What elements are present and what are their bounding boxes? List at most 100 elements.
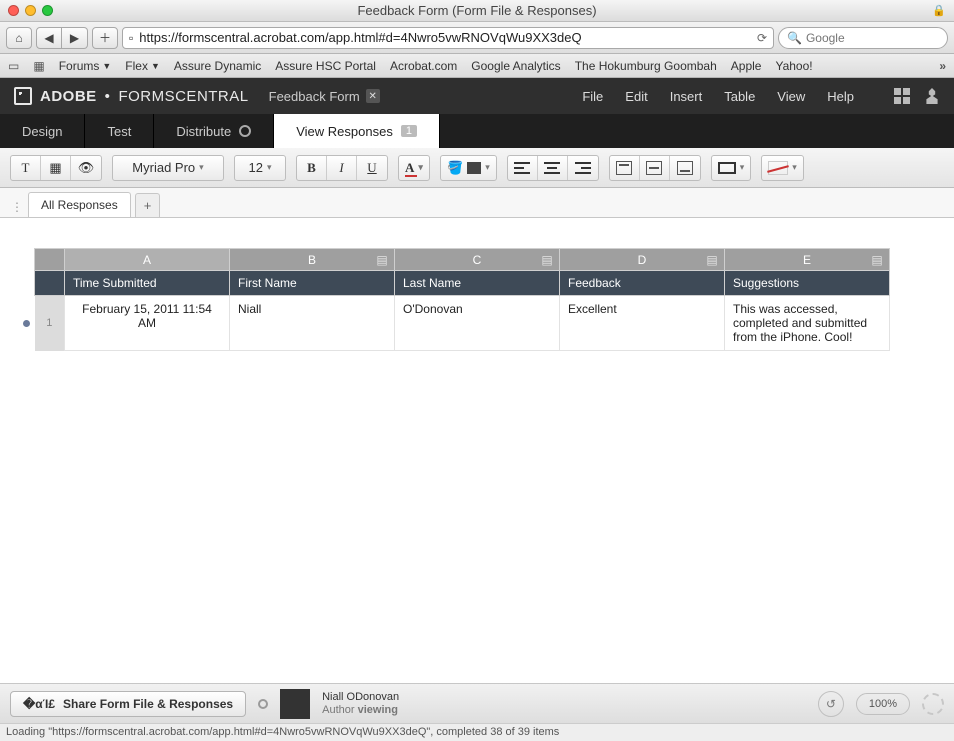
row-marker[interactable] [18,296,35,351]
column-header-a[interactable]: A [65,249,230,271]
select-all-corner[interactable] [35,249,65,271]
menu-edit[interactable]: Edit [625,89,647,104]
row-number[interactable]: 1 [35,296,65,351]
text-mode-button[interactable]: T [11,156,41,180]
menu-insert[interactable]: Insert [670,89,703,104]
bold-button[interactable]: B [297,156,327,180]
close-window-button[interactable] [8,5,19,16]
tab-design[interactable]: Design [0,114,85,148]
border-button[interactable] [712,156,751,180]
column-header-c[interactable]: C▤ [395,249,560,271]
bookmark-acrobat[interactable]: Acrobat.com [390,59,457,73]
share-button[interactable]: �αΊ£ Share Form File & Responses [10,691,246,717]
menu-view[interactable]: View [777,89,805,104]
url-field[interactable]: ▫ ⟳ [122,27,774,49]
bookmark-apple[interactable]: Apple [731,59,762,73]
menu-help[interactable]: Help [827,89,854,104]
header-feedback[interactable]: Feedback [560,271,725,296]
brand-logo[interactable]: ADOBE • FORMSCENTRAL [14,87,249,105]
add-bookmark-button[interactable]: ＋ [92,27,118,49]
cell-feedback[interactable]: Excellent [560,296,725,351]
brand-adobe: ADOBE [40,88,97,105]
brand-formscentral: FORMSCENTRAL [118,88,248,105]
bookmark-assure-dynamic[interactable]: Assure Dynamic [174,59,261,73]
cell-first-name[interactable]: Niall [230,296,395,351]
tab-view-responses[interactable]: View Responses1 [274,114,440,148]
bookmark-assure-hsc[interactable]: Assure HSC Portal [275,59,376,73]
zoom-level-button[interactable]: 100% [856,693,910,715]
forward-button[interactable]: ▶ [62,27,88,49]
user-avatar[interactable] [280,689,310,719]
user-name: Niall ODonovan [322,691,399,704]
window-title: Feedback Form (Form File & Responses) [0,3,954,18]
url-input[interactable] [139,30,751,45]
user-info: Niall ODonovan Author viewing [322,691,399,717]
tab-distribute[interactable]: Distribute [154,114,274,148]
bookmarks-overflow-button[interactable]: » [939,59,946,73]
sheet-tab-strip: ⋮ All Responses + [0,188,954,218]
sort-icon[interactable]: ▤ [541,253,553,265]
italic-button[interactable]: I [327,156,357,180]
responses-table: A B▤ C▤ D▤ E▤ Time Submitted First Name … [18,248,890,351]
apps-grid-icon[interactable] [894,88,910,104]
table-mode-button[interactable]: ▦ [41,156,71,180]
tab-test[interactable]: Test [85,114,154,148]
search-input[interactable] [806,31,940,45]
home-button[interactable]: ⌂ [6,27,32,49]
valign-bottom-button[interactable] [670,156,700,180]
sheet-handle-icon[interactable]: ⋮ [10,197,24,217]
table-row[interactable]: 1 February 15, 2011 11:54 AM Niall O'Don… [18,296,890,351]
menu-table[interactable]: Table [724,89,755,104]
reload-button[interactable]: ⟳ [757,31,767,45]
spreadsheet-area[interactable]: A B▤ C▤ D▤ E▤ Time Submitted First Name … [0,218,954,678]
zoom-window-button[interactable] [42,5,53,16]
cell-suggestions[interactable]: This was accessed, completed and submitt… [725,296,890,351]
text-color-button[interactable]: A [399,156,429,180]
valign-top-button[interactable] [610,156,640,180]
menu-file[interactable]: File [582,89,603,104]
bookmark-flex[interactable]: Flex▼ [125,59,160,73]
bookmark-hokumburg[interactable]: The Hokumburg Goombah [575,59,717,73]
font-family-select[interactable]: Myriad Pro [113,156,223,180]
header-last-name[interactable]: Last Name [395,271,560,296]
sort-icon[interactable]: ▤ [706,253,718,265]
column-header-e[interactable]: E▤ [725,249,890,271]
font-size-select[interactable]: 12 [235,156,285,180]
valign-middle-button[interactable] [640,156,670,180]
form-title-tab[interactable]: Feedback Form ✕ [269,89,380,104]
back-button[interactable]: ◀ [36,27,62,49]
browser-toolbar: ⌂ ◀ ▶ ＋ ▫ ⟳ 🔍 [0,22,954,54]
account-icon[interactable] [924,88,940,104]
top-sites-icon[interactable]: ▦ [33,59,44,73]
form-title-text: Feedback Form [269,89,360,104]
bookmark-yahoo[interactable]: Yahoo! [775,59,812,73]
app-header: ADOBE • FORMSCENTRAL Feedback Form ✕ Fil… [0,78,954,114]
align-left-button[interactable] [508,156,538,180]
history-button[interactable]: ↺ [818,691,844,717]
align-right-button[interactable] [568,156,598,180]
column-header-d[interactable]: D▤ [560,249,725,271]
search-field[interactable]: 🔍 [778,27,948,49]
preview-button[interactable]: 👁 [71,156,101,180]
header-suggestions[interactable]: Suggestions [725,271,890,296]
minimize-window-button[interactable] [25,5,36,16]
cell-last-name[interactable]: O'Donovan [395,296,560,351]
window-titlebar: Feedback Form (Form File & Responses) 🔒 [0,0,954,22]
bookmark-forums[interactable]: Forums▼ [59,59,112,73]
clear-format-button[interactable] [762,156,803,180]
column-header-b[interactable]: B▤ [230,249,395,271]
reading-list-icon[interactable]: ▭ [8,59,19,73]
underline-button[interactable]: U [357,156,387,180]
cell-time-submitted[interactable]: February 15, 2011 11:54 AM [65,296,230,351]
bookmark-analytics[interactable]: Google Analytics [471,59,560,73]
header-time-submitted[interactable]: Time Submitted [65,271,230,296]
header-first-name[interactable]: First Name [230,271,395,296]
close-form-button[interactable]: ✕ [366,89,380,103]
sort-icon[interactable]: ▤ [376,253,388,265]
align-center-button[interactable] [538,156,568,180]
fill-color-button[interactable]: 🪣 [441,156,496,180]
sheet-tab-all-responses[interactable]: All Responses [28,192,131,217]
sort-icon[interactable]: ▤ [871,253,883,265]
lock-icon: 🔒 [932,4,946,17]
add-sheet-button[interactable]: + [135,193,161,217]
